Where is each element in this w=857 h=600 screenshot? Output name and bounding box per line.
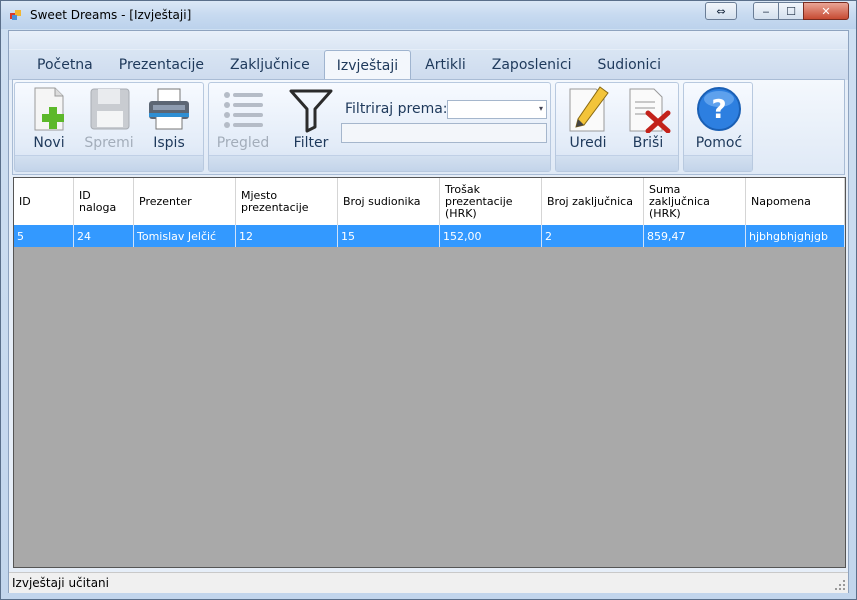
chevron-down-icon: ▾ [538,104,543,113]
edit-button[interactable]: Uredi [558,85,618,153]
cell-contracts-sum[interactable]: 859,47 [644,225,746,247]
tab-zakljucnice[interactable]: Zaključnice [218,50,322,80]
help-button-label: Pomoć [695,135,743,151]
save-button[interactable]: Spremi [79,85,139,153]
tab-pocetna[interactable]: Početna [25,50,105,80]
ribbon-group-footer [684,155,752,171]
cell-id[interactable]: 5 [14,225,74,247]
tab-prezentacije[interactable]: Prezentacije [107,50,216,80]
reports-grid[interactable]: ID ID naloga Prezenter Mjesto prezentaci… [13,177,846,568]
help-button[interactable]: ? Pomoć [689,85,749,153]
view-button-label: Pregled [216,135,270,151]
pencil-edit-icon [569,86,609,132]
app-icon [10,10,21,20]
new-document-icon [34,87,64,131]
filter-text-input[interactable] [341,123,547,143]
main-window: Sweet Dreams - [Izvještaji] ⇔ ‒ ☐ ✕ Poče… [0,0,857,600]
ribbon-group-footer [556,155,678,171]
column-header-cost[interactable]: Trošak prezentacije (HRK) [440,178,542,225]
client-area: Početna Prezentacije Zaključnice Izvješt… [8,30,849,593]
column-header-location[interactable]: Mjesto prezentacije [236,178,338,225]
print-button[interactable]: Ispis [139,85,199,153]
list-icon [224,92,263,128]
filter-by-dropdown[interactable]: ▾ [447,100,547,119]
filter-button[interactable]: Filter [281,85,341,153]
cell-participants[interactable]: 15 [338,225,440,247]
column-header-note[interactable]: Napomena [746,178,845,225]
ribbon-group-view: Pregled Filter Filtriraj prema: ▾ [208,82,551,172]
table-row[interactable]: 5 24 Tomislav Jelčić 12 15 152,00 2 859,… [14,225,845,247]
layout-toggle-button[interactable]: ⇔ [705,2,737,20]
window-title: Sweet Dreams - [Izvještaji] [30,8,192,22]
new-button-label: Novi [33,135,65,151]
ribbon-panel: Novi Spremi Ispis Pregled Filter Filtrir… [12,79,845,175]
ribbon-group-help: ? Pomoć [683,82,753,172]
column-header-id[interactable]: ID [14,178,74,225]
column-header-contracts-count[interactable]: Broj zaključnica [542,178,644,225]
resize-grip-icon[interactable] [835,580,845,590]
new-button[interactable]: Novi [19,85,79,153]
status-text: Izvještaji učitani [12,576,109,590]
tab-artikli[interactable]: Artikli [413,50,478,80]
column-header-participants[interactable]: Broj sudionika [338,178,440,225]
column-header-contracts-sum[interactable]: Suma zaključnica (HRK) [644,178,746,225]
cell-note[interactable]: hjbhgbhjghjgb [746,225,845,247]
printer-icon [149,88,189,130]
filter-by-label: Filtriraj prema: [345,101,448,117]
status-bar: Izvještaji učitani [9,572,848,593]
cell-order-id[interactable]: 24 [74,225,134,247]
floppy-disk-icon [90,88,130,130]
grid-header-row: ID ID naloga Prezenter Mjesto prezentaci… [14,178,845,226]
cell-contracts-count[interactable]: 2 [542,225,644,247]
save-button-label: Spremi [84,135,134,151]
ribbon-tabs: Početna Prezentacije Zaključnice Izvješt… [25,50,675,80]
minimize-button[interactable]: ‒ [753,2,779,20]
close-button[interactable]: ✕ [803,2,849,20]
cell-location[interactable]: 12 [236,225,338,247]
ribbon-group-file: Novi Spremi Ispis [14,82,204,172]
svg-text:?: ? [711,95,726,125]
ribbon-group-edit: Uredi Briši [555,82,679,172]
funnel-icon [289,89,333,133]
ribbon-caption-strip [9,31,848,49]
cell-presenter[interactable]: Tomislav Jelčić [134,225,236,247]
delete-button[interactable]: Briši [618,85,678,153]
delete-document-icon [629,88,671,133]
edit-button-label: Uredi [569,135,607,151]
column-header-order-id[interactable]: ID naloga [74,178,134,225]
title-bar[interactable]: Sweet Dreams - [Izvještaji] ⇔ ‒ ☐ ✕ [1,1,856,29]
help-question-icon: ? [697,87,741,131]
maximize-button[interactable]: ☐ [778,2,804,20]
ribbon-group-footer [15,155,203,171]
view-button[interactable]: Pregled [213,85,273,153]
column-header-presenter[interactable]: Prezenter [134,178,236,225]
cell-cost[interactable]: 152,00 [440,225,542,247]
delete-button-label: Briši [632,135,664,151]
tab-sudionici[interactable]: Sudionici [586,50,673,80]
print-button-label: Ispis [153,135,185,151]
filter-button-label: Filter [293,135,329,151]
tab-zaposlenici[interactable]: Zaposlenici [480,50,584,80]
ribbon-group-footer [209,155,550,171]
tab-izvjestaji[interactable]: Izvještaji [323,50,412,80]
